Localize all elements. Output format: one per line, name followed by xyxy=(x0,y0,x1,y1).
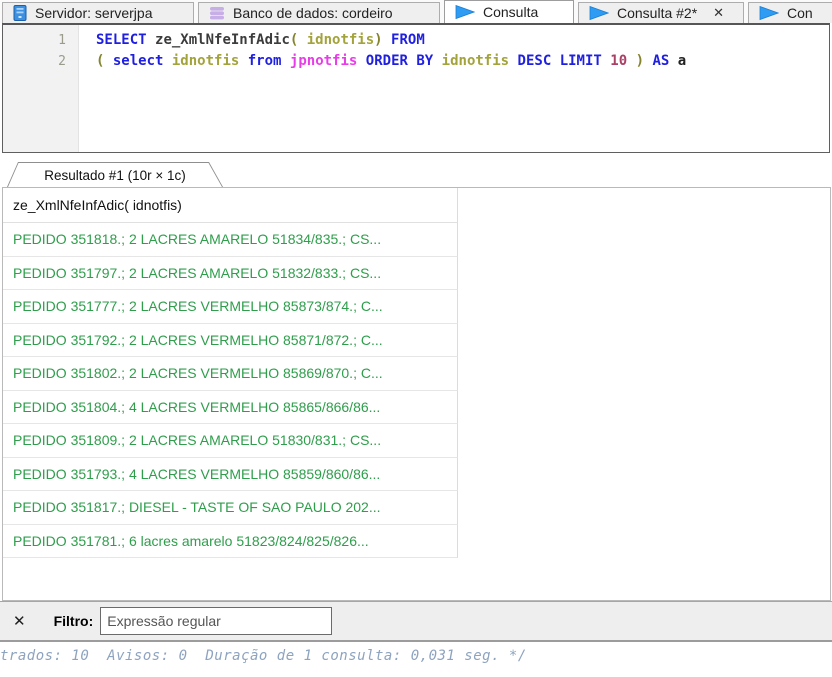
query-log-line: trados: 10 Avisos: 0 Duração de 1 consul… xyxy=(0,648,527,664)
table-row[interactable]: PEDIDO 351809.; 2 LACRES AMARELO 51830/8… xyxy=(3,424,830,458)
query-play-icon xyxy=(589,5,609,21)
tab-server[interactable]: Servidor: serverjpa xyxy=(2,2,194,23)
close-icon[interactable]: ✕ xyxy=(13,614,26,629)
table-cell[interactable]: PEDIDO 351802.; 2 LACRES VERMELHO 85869/… xyxy=(3,357,458,391)
result-tab[interactable]: Resultado #1 (10r × 1c) xyxy=(7,162,223,187)
editor-gutter: 12 xyxy=(3,25,79,152)
table-row[interactable]: PEDIDO 351793.; 4 LACRES VERMELHO 85859/… xyxy=(3,458,830,492)
tab-query-3-label: Con xyxy=(787,5,813,21)
tab-query-1[interactable]: Consulta xyxy=(444,0,574,23)
close-icon[interactable]: ✕ xyxy=(713,5,724,21)
tab-query-1-label: Consulta xyxy=(483,4,538,20)
table-cell[interactable]: PEDIDO 351817.; DIESEL - TASTE OF SAO PA… xyxy=(3,491,458,525)
table-row[interactable]: PEDIDO 351792.; 2 LACRES VERMELHO 85871/… xyxy=(3,324,830,358)
table-row[interactable]: PEDIDO 351797.; 2 LACRES AMARELO 51832/8… xyxy=(3,257,830,291)
table-row[interactable]: PEDIDO 351818.; 2 LACRES AMARELO 51834/8… xyxy=(3,223,830,257)
editor-code: SELECT ze_XmlNfeInfAdic( idnotfis) FROM(… xyxy=(79,25,686,152)
line-number: 2 xyxy=(3,51,78,72)
table-cell[interactable]: PEDIDO 351781.; 6 lacres amarelo 51823/8… xyxy=(3,525,458,559)
main-tab-bar: Servidor: serverjpa Banco de dados: cord… xyxy=(0,0,832,23)
result-grid: ze_XmlNfeInfAdic( idnotfis) PEDIDO 35181… xyxy=(2,187,831,601)
sql-editor[interactable]: 12 SELECT ze_XmlNfeInfAdic( idnotfis) FR… xyxy=(2,23,830,153)
sql-line: SELECT ze_XmlNfeInfAdic( idnotfis) FROM xyxy=(96,30,686,51)
tab-query-2[interactable]: Consulta #2* ✕ xyxy=(578,2,744,23)
column-header[interactable]: ze_XmlNfeInfAdic( idnotfis) xyxy=(3,188,458,223)
table-row[interactable]: PEDIDO 351777.; 2 LACRES VERMELHO 85873/… xyxy=(3,290,830,324)
server-icon xyxy=(13,5,27,21)
table-cell[interactable]: PEDIDO 351793.; 4 LACRES VERMELHO 85859/… xyxy=(3,458,458,492)
tab-server-label: Servidor: serverjpa xyxy=(35,5,153,21)
table-row[interactable]: PEDIDO 351804.; 4 LACRES VERMELHO 85865/… xyxy=(3,391,830,425)
filter-label: Filtro: xyxy=(54,613,94,629)
query-log-panel[interactable]: trados: 10 Avisos: 0 Duração de 1 consul… xyxy=(0,642,832,677)
result-grid-header-row: ze_XmlNfeInfAdic( idnotfis) xyxy=(3,188,830,223)
sql-line: ( select idnotfis from jpnotfis ORDER BY… xyxy=(96,51,686,72)
table-row[interactable]: PEDIDO 351781.; 6 lacres amarelo 51823/8… xyxy=(3,525,830,559)
query-play-icon xyxy=(759,5,779,21)
table-cell[interactable]: PEDIDO 351818.; 2 LACRES AMARELO 51834/8… xyxy=(3,223,458,257)
database-icon xyxy=(209,5,225,21)
tab-query-2-label: Consulta #2* xyxy=(617,5,697,21)
filter-bar: ✕ Filtro: xyxy=(0,601,832,640)
result-grid-body: PEDIDO 351818.; 2 LACRES AMARELO 51834/8… xyxy=(3,223,830,558)
tab-database-label: Banco de dados: cordeiro xyxy=(233,5,393,21)
query-tool-window: Servidor: serverjpa Banco de dados: cord… xyxy=(0,0,832,677)
tab-query-3[interactable]: Con xyxy=(748,2,832,23)
table-row[interactable]: PEDIDO 351802.; 2 LACRES VERMELHO 85869/… xyxy=(3,357,830,391)
query-play-icon xyxy=(455,4,475,20)
table-cell[interactable]: PEDIDO 351797.; 2 LACRES AMARELO 51832/8… xyxy=(3,257,458,291)
table-cell[interactable]: PEDIDO 351792.; 2 LACRES VERMELHO 85871/… xyxy=(3,324,458,358)
table-cell[interactable]: PEDIDO 351777.; 2 LACRES VERMELHO 85873/… xyxy=(3,290,458,324)
line-number: 1 xyxy=(3,30,78,51)
table-row[interactable]: PEDIDO 351817.; DIESEL - TASTE OF SAO PA… xyxy=(3,491,830,525)
result-tab-label: Resultado #1 (10r × 1c) xyxy=(44,168,185,183)
table-cell[interactable]: PEDIDO 351809.; 2 LACRES AMARELO 51830/8… xyxy=(3,424,458,458)
table-cell[interactable]: PEDIDO 351804.; 4 LACRES VERMELHO 85865/… xyxy=(3,391,458,425)
filter-input[interactable] xyxy=(100,607,332,635)
tab-database[interactable]: Banco de dados: cordeiro xyxy=(198,2,440,23)
